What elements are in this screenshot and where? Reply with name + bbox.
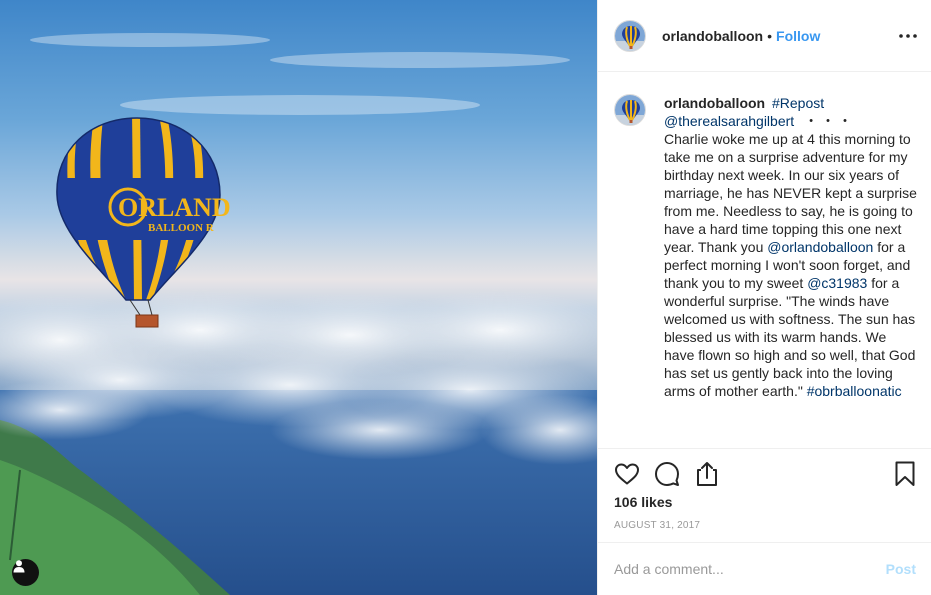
post-caption: orlandoballoon #Repost @therealsarahgilb… [614,94,920,400]
more-options-icon [899,34,917,38]
post-date[interactable]: AUGUST 31, 2017 [614,520,700,531]
follow-button[interactable]: Follow [776,28,820,44]
caption-body-quote: for a wonderful surprise. "The winds hav… [664,275,916,399]
comment-section: Post [598,542,931,595]
like-button[interactable] [614,461,640,487]
post-actions-bar [598,448,931,496]
mention-link[interactable]: @therealsarahgilbert [664,113,794,129]
header-separator: • [767,27,773,44]
post-details-panel: orlandoballoon • Follow orlandoballoon #… [597,0,931,595]
comment-icon [655,462,679,486]
repost-hashtag-link[interactable]: #Repost [772,95,824,111]
person-icon [13,560,25,573]
caption-username-link[interactable]: orlandoballoon [664,95,765,111]
share-icon [697,462,717,486]
caption-body: Charlie woke me up at 4 this morning to … [664,131,917,255]
tagged-users-button[interactable] [12,559,39,586]
caption-separator-dots: ・・・ [804,113,856,129]
share-button[interactable] [694,461,720,487]
balloon-avatar-icon [615,20,645,51]
header-username-link[interactable]: orlandoballoon [662,28,763,44]
post-header: orlandoballoon • Follow [598,0,931,72]
heart-icon [615,463,639,485]
caption-text: orlandoballoon #Repost @therealsarahgilb… [664,94,920,400]
balloon-landscape-image: ORLAND BALLOON R [0,33,597,595]
mention-link-orlandoballoon[interactable]: @orlandoballoon [767,239,873,255]
bookmark-icon [895,461,915,486]
likes-count[interactable]: 106 likes [614,494,672,510]
caption-avatar[interactable] [614,94,646,126]
avatar[interactable] [614,19,646,52]
balloon-avatar-icon [615,95,645,125]
balloon-logo-text: ORLAND [118,193,231,222]
save-button[interactable] [892,461,918,487]
mention-link-c31983[interactable]: @c31983 [807,275,867,291]
more-options-button[interactable] [898,26,918,46]
post-photo[interactable]: ORLAND BALLOON R [0,0,597,595]
balloon-logo-subtext: BALLOON R [148,222,215,234]
comment-button[interactable] [654,461,680,487]
post-comment-button[interactable]: Post [886,561,916,577]
hashtag-link-obrballoonatic[interactable]: #obrballoonatic [807,383,902,399]
comment-input[interactable] [614,561,886,577]
